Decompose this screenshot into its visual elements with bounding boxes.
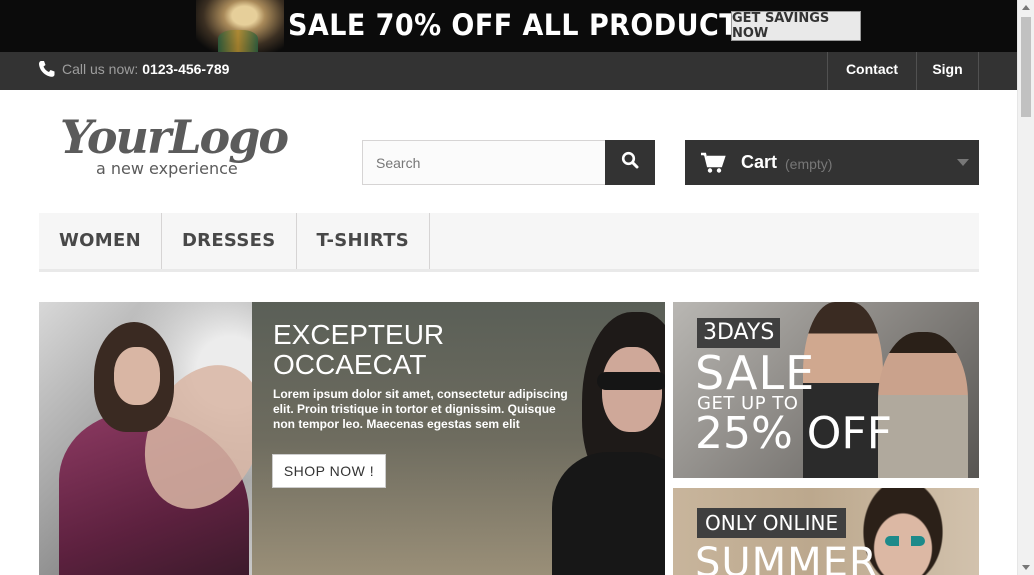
menu-item-tshirts[interactable]: T-SHIRTS — [297, 213, 431, 269]
banner-tag: 3DAYS — [697, 318, 781, 348]
phone-label: Call us now: — [62, 61, 139, 77]
promo-headline: SALE 70% OFF ALL PRODUCTS — [288, 8, 759, 42]
search-bar — [362, 140, 655, 185]
promo-model-image — [196, 0, 284, 52]
cart-label: Cart — [741, 152, 778, 172]
menu-item-dresses[interactable]: DRESSES — [162, 213, 297, 269]
cart-button[interactable]: Cart (empty) — [685, 140, 979, 185]
search-input[interactable] — [362, 140, 605, 185]
chevron-down-icon — [957, 159, 969, 166]
cart-status: (empty) — [785, 155, 833, 172]
banner-discount: 25% OFF — [695, 408, 893, 459]
phone-info: Call us now: 0123-456-789 — [38, 60, 229, 78]
site-logo[interactable]: YourLogo a new experience — [60, 110, 300, 180]
scrollbar-thumb[interactable] — [1021, 17, 1031, 117]
vertical-scrollbar[interactable] — [1017, 0, 1034, 575]
slide-model-image-left — [39, 302, 286, 575]
menu-item-women[interactable]: WOMEN — [39, 213, 162, 269]
sign-in-link[interactable]: Sign in — [916, 52, 979, 111]
contact-us-link[interactable]: Contact us — [827, 52, 916, 111]
search-button[interactable] — [605, 140, 655, 185]
promo-banner[interactable]: SALE 70% OFF ALL PRODUCTS GET SAVINGS NO… — [0, 0, 1017, 52]
phone-number: 0123-456-789 — [142, 61, 230, 77]
page: SALE 70% OFF ALL PRODUCTS GET SAVINGS NO… — [0, 0, 1034, 575]
banner-tag: ONLY ONLINE — [697, 508, 847, 538]
sale-banner[interactable]: 3DAYS SALE GET UP TO 25% OFF — [673, 302, 979, 478]
get-savings-button[interactable]: GET SAVINGS NOW — [731, 11, 861, 41]
summer-banner[interactable]: ONLY ONLINE SUMMER — [673, 488, 979, 575]
shop-now-button[interactable]: SHOP NOW ! — [272, 454, 386, 488]
account-links: Contact us Sign in — [827, 52, 979, 111]
homepage-slider[interactable]: EXCEPTEUR OCCAECAT Lorem ipsum dolor sit… — [39, 302, 665, 575]
phone-icon — [38, 60, 56, 78]
cart-icon — [700, 152, 726, 174]
scroll-down-arrow-icon[interactable] — [1022, 565, 1030, 570]
banner-headline: SALE — [695, 346, 816, 400]
scroll-up-arrow-icon[interactable] — [1022, 5, 1030, 10]
banner-headline: SUMMER — [695, 540, 878, 575]
slide-title: EXCEPTEUR OCCAECAT — [273, 319, 445, 380]
search-icon — [621, 151, 639, 174]
top-nav: Call us now: 0123-456-789 Contact us Sig… — [0, 52, 1017, 111]
logo-tagline: a new experience — [96, 159, 238, 178]
main-menu: WOMEN DRESSES T-SHIRTS — [39, 213, 979, 272]
slide-description: Lorem ipsum dolor sit amet, consectetur … — [273, 387, 568, 431]
logo-wordmark: YourLogo — [60, 110, 289, 164]
